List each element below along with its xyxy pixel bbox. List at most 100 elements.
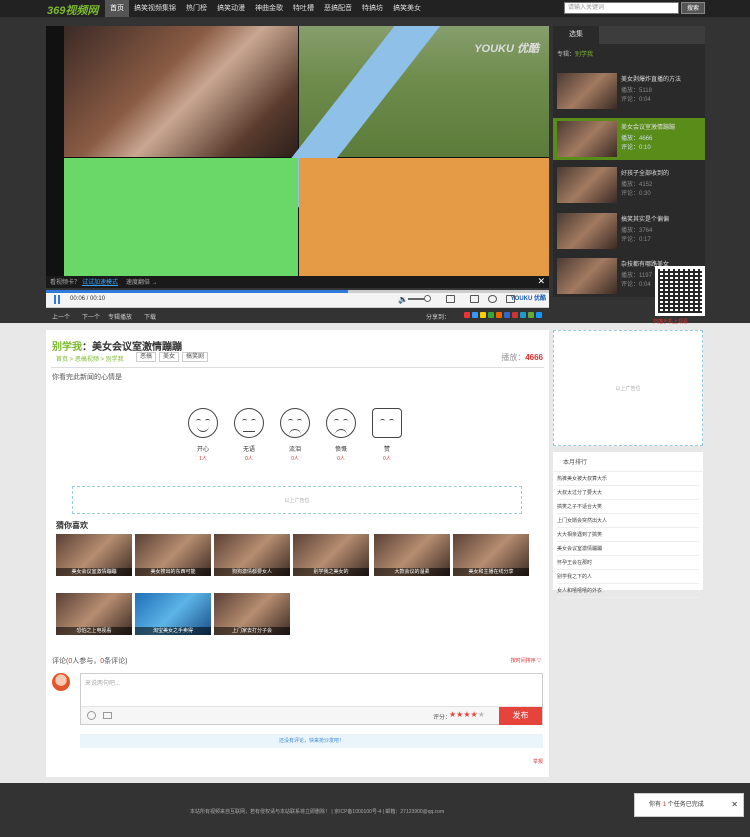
download-button[interactable]: 下载 bbox=[144, 312, 156, 321]
ranking-item[interactable]: 热裤美女被大叔算大乐 bbox=[557, 472, 699, 486]
douban-icon[interactable] bbox=[504, 312, 510, 318]
ranking-list: 热裤美女被大叔算大乐 大叔太过分了要大大 搞笑之子不适合大笑 上门女婿会突然出大… bbox=[553, 472, 703, 598]
star-icon[interactable]: ★ bbox=[478, 710, 485, 719]
nav-item[interactable]: 搞笑动漫 bbox=[212, 0, 250, 17]
close-icon[interactable]: ✕ bbox=[537, 276, 545, 287]
volume-knob[interactable] bbox=[424, 295, 431, 302]
nav-item[interactable]: 特吐槽 bbox=[288, 0, 319, 17]
ranking-item[interactable]: 搞笑之子不适合大笑 bbox=[557, 500, 699, 514]
gear-icon[interactable] bbox=[488, 295, 497, 303]
pause-icon[interactable] bbox=[54, 295, 62, 304]
playlist-item[interactable]: 搞笑其实是个偏偏 播放：3764 评论：0:17 bbox=[553, 210, 705, 252]
ranking-item[interactable]: 大大相亲遇到了搞笑 bbox=[557, 528, 699, 542]
youku-logo: YOUKU 优酷 bbox=[510, 296, 546, 302]
playlist-thumb bbox=[557, 121, 617, 157]
renren-icon[interactable] bbox=[496, 312, 502, 318]
guess-item[interactable]: 美女会议室激情蹦蹦 bbox=[56, 534, 132, 576]
next-button[interactable]: 下一个 bbox=[82, 312, 100, 321]
tag[interactable]: 恶搞 bbox=[136, 352, 157, 362]
mood-label: 赞 bbox=[383, 447, 390, 453]
playlist-item-plays: 播放：4152 bbox=[621, 182, 653, 188]
mood-like[interactable]: 赞 0人 bbox=[370, 408, 404, 462]
playlist-thumb bbox=[557, 167, 617, 203]
kaixin-icon[interactable] bbox=[520, 312, 526, 318]
guess-item[interactable]: 美女搜出的东西可能 bbox=[135, 534, 211, 576]
playlist-item[interactable]: 好孩子全部收到的 播放：4152 评论：0:30 bbox=[553, 164, 705, 206]
search-button[interactable]: 搜索 bbox=[681, 2, 705, 14]
nav-item-home[interactable]: 首页 bbox=[105, 0, 129, 17]
comment-title-prefix: 评论( bbox=[52, 658, 69, 665]
guess-item[interactable]: 上门家去打分子会 bbox=[214, 593, 290, 635]
ranking-item[interactable]: 别学我之下的人 bbox=[557, 570, 699, 584]
video-channel[interactable]: 别学我 bbox=[52, 342, 82, 353]
guess-item[interactable]: 大款会议的温柔 bbox=[374, 534, 450, 576]
rating-stars[interactable]: ★★★★★ bbox=[449, 710, 485, 719]
ranking-panel: 本月排行 热裤美女被大叔算大乐 大叔太过分了要大大 搞笑之子不适合大笑 上门女婿… bbox=[553, 452, 703, 598]
mood-speechless[interactable]: 无语 0人 bbox=[232, 408, 266, 462]
star-icon[interactable]: ★ bbox=[471, 710, 478, 719]
ranking-item[interactable]: 美女会议室激情蹦蹦 bbox=[557, 542, 699, 556]
breadcrumb[interactable]: 首页 > 恶搞视频 > 别学我 bbox=[56, 354, 124, 363]
comment-placeholder: 来说两句吧... bbox=[85, 681, 121, 687]
weibo-icon[interactable] bbox=[464, 312, 470, 318]
volume-icon[interactable]: 🔉 bbox=[398, 295, 408, 304]
playlist-item-title: 好孩子全部收到的 bbox=[621, 171, 670, 177]
tag[interactable]: 搞笑剧 bbox=[182, 352, 209, 362]
emoji-icon[interactable] bbox=[87, 711, 96, 720]
mood-happy[interactable]: 开心 1人 bbox=[186, 408, 220, 462]
guess-item[interactable]: 狗狗激情都要女人 bbox=[214, 534, 290, 576]
quality-icon[interactable] bbox=[446, 295, 455, 303]
sort-dropdown[interactable]: 按时间排序 ▽ bbox=[511, 657, 541, 664]
playlist-item[interactable]: 美女剥爆炸直播的方法 播放：5118 评论：0:04 bbox=[553, 70, 705, 112]
prev-button[interactable]: 上一个 bbox=[52, 312, 70, 321]
image-icon[interactable] bbox=[103, 712, 112, 719]
guess-item[interactable]: 恐怕之上电视看 bbox=[56, 593, 132, 635]
share-icon[interactable] bbox=[470, 295, 479, 303]
task-toast[interactable]: 你有 1 个任务已完成 ✕ bbox=[634, 793, 744, 817]
nav-item[interactable]: 搞笑视频集锦 bbox=[129, 0, 181, 17]
nav-menu: 首页 搞笑视频集锦 热门榜 搞笑动漫 神曲金歌 特吐槽 恶搞配音 特搞坊 搞笑美… bbox=[105, 0, 426, 17]
playlist-item-title: 美女剥爆炸直播的方法 bbox=[621, 77, 682, 83]
nav-item[interactable]: 恶搞配音 bbox=[319, 0, 357, 17]
tab-episodes[interactable]: 选集 bbox=[553, 26, 599, 44]
progress-bar[interactable] bbox=[46, 290, 549, 293]
nav-item[interactable]: 热门榜 bbox=[181, 0, 212, 17]
nav-item[interactable]: 搞笑美女 bbox=[388, 0, 426, 17]
video-player[interactable]: YOUKU 优酷 bbox=[46, 26, 549, 278]
playlist-item-plays: 播放：4666 bbox=[621, 136, 653, 142]
more-share-icon[interactable] bbox=[528, 312, 534, 318]
tieba-icon[interactable] bbox=[512, 312, 518, 318]
ranking-item[interactable]: 大叔太过分了要大大 bbox=[557, 486, 699, 500]
guess-item[interactable]: 美女和主播在线分享 bbox=[453, 534, 529, 576]
playlist-item-active[interactable]: 美女会议室激情蹦蹦 播放：4666 评论：0:10 bbox=[553, 118, 705, 160]
tip-link[interactable]: 试试加速模式 bbox=[82, 277, 118, 286]
ranking-item[interactable]: 女人和嘻嘻嘻的外衣 bbox=[557, 584, 699, 598]
ranking-item[interactable]: 上门女婿会突然出大人 bbox=[557, 514, 699, 528]
nav-item[interactable]: 神曲金歌 bbox=[250, 0, 288, 17]
tencent-weibo-icon[interactable] bbox=[536, 312, 542, 318]
mood-angry[interactable]: 愤慨 0人 bbox=[324, 408, 358, 462]
comment-title-mid: 人参与， bbox=[72, 658, 101, 665]
report-link[interactable]: 举报 bbox=[533, 758, 543, 765]
search-input[interactable]: 请输入关键词 bbox=[564, 2, 679, 14]
ranking-item[interactable]: 怀孕王会在那时 bbox=[557, 556, 699, 570]
close-icon[interactable]: ✕ bbox=[731, 794, 738, 816]
qq-icon[interactable] bbox=[480, 312, 486, 318]
tag[interactable]: 美女 bbox=[159, 352, 180, 362]
wechat-icon[interactable] bbox=[488, 312, 494, 318]
submit-button[interactable]: 发布 bbox=[499, 707, 542, 725]
site-logo[interactable]: 369视频网 bbox=[47, 2, 98, 18]
nav-item[interactable]: 特搞坊 bbox=[357, 0, 388, 17]
mood-cry[interactable]: 流泪 0人 bbox=[278, 408, 312, 462]
qzone-icon[interactable] bbox=[472, 312, 478, 318]
album-name[interactable]: 别学我 bbox=[575, 52, 593, 58]
comment-box[interactable]: 来说两句吧... 评分： ★★★★★ 发布 bbox=[80, 673, 543, 725]
star-icon[interactable]: ★ bbox=[463, 710, 470, 719]
comment-notice[interactable]: 还没有评论，快来抢沙发吧！ bbox=[80, 734, 543, 748]
guess-item[interactable]: 别学我之美女的 bbox=[293, 534, 369, 576]
guess-item[interactable]: 淘宝美女之手卖得 bbox=[135, 593, 211, 635]
album-play-button[interactable]: 专辑播放 bbox=[108, 312, 132, 321]
qr-code bbox=[655, 266, 705, 316]
tag-list: 恶搞 美女 搞笑剧 bbox=[136, 352, 209, 362]
toast-suffix: 个任务已完成 bbox=[667, 802, 704, 808]
